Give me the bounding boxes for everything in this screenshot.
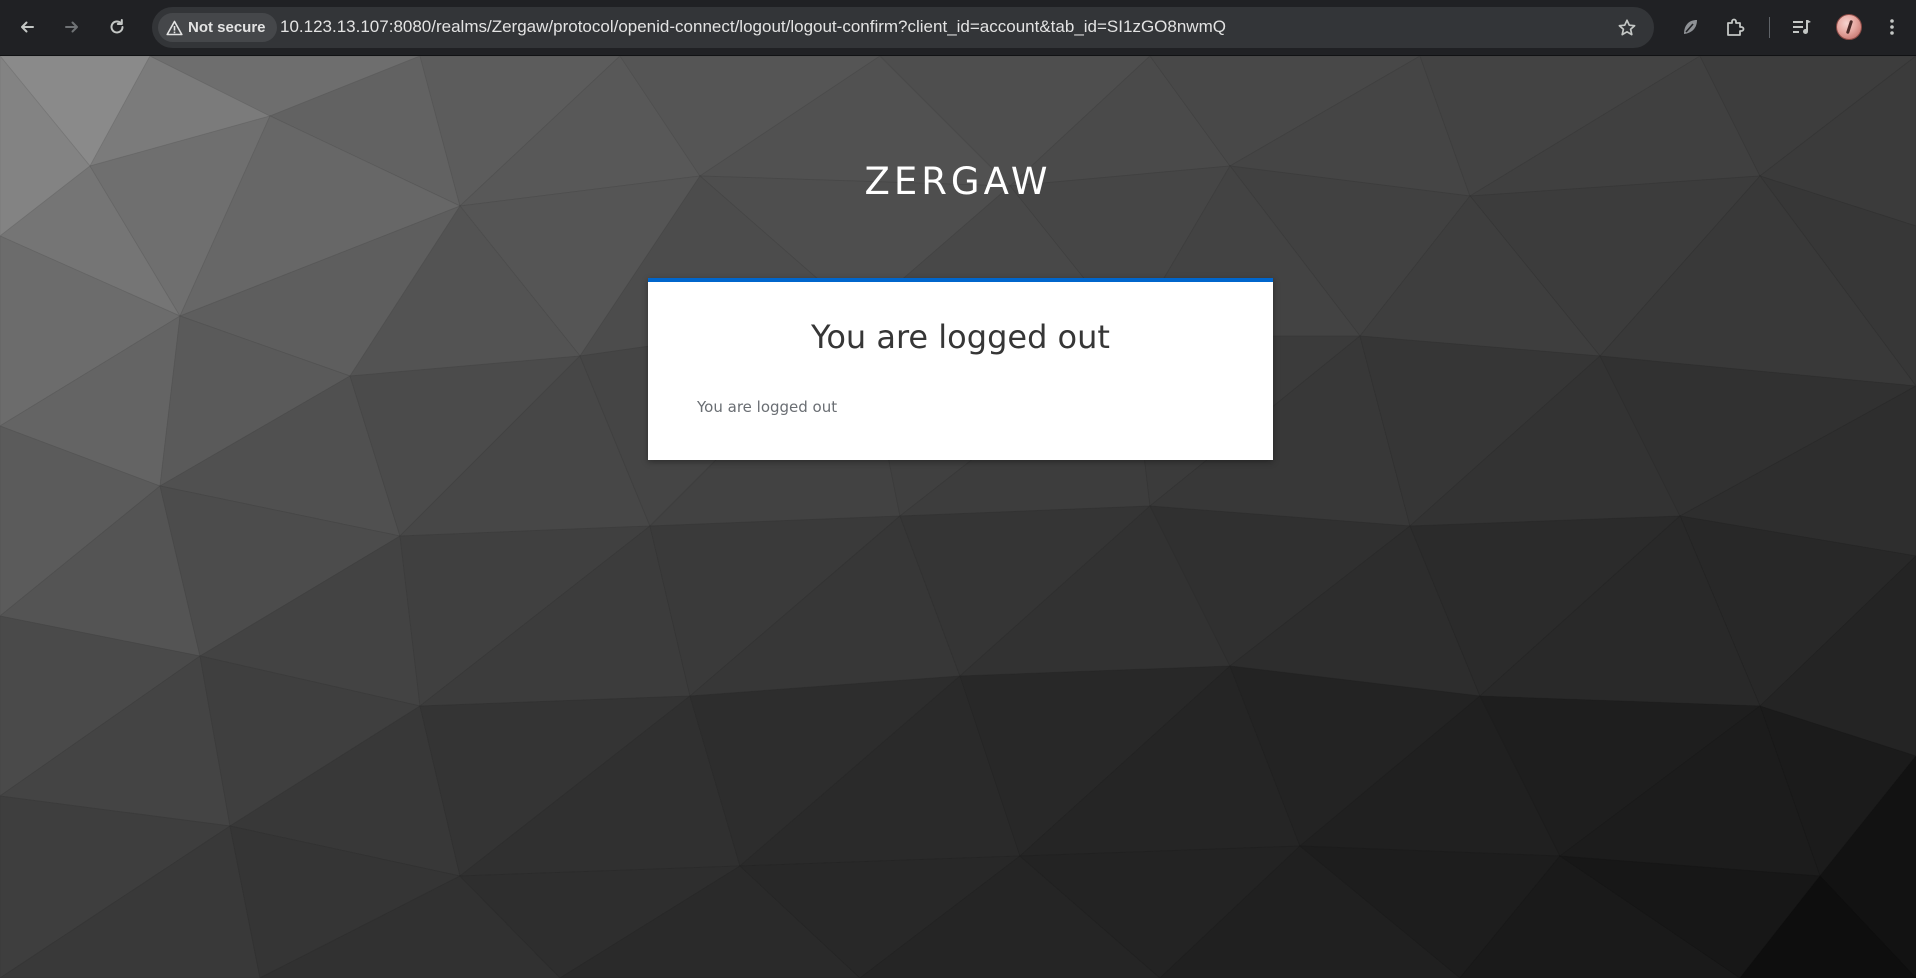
extension-button[interactable] [1673,10,1707,44]
logout-card: You are logged out You are logged out [648,278,1273,460]
page-viewport: ZERGAW You are logged out You are logged… [0,56,1916,978]
toolbar-divider [1769,17,1770,38]
star-icon [1618,19,1636,36]
logout-message: You are logged out [697,398,838,416]
extensions-menu-button[interactable] [1718,10,1752,44]
kebab-menu-icon [1890,19,1894,35]
back-button[interactable] [10,10,44,44]
forward-button[interactable] [55,10,89,44]
reload-button[interactable] [100,10,134,44]
warning-triangle-icon [166,20,183,35]
media-controls-button[interactable] [1785,10,1819,44]
bookmark-button[interactable] [1610,11,1644,45]
profile-avatar[interactable] [1836,14,1862,40]
puzzle-piece-icon [1727,18,1745,36]
forward-arrow-icon [65,21,78,33]
reload-icon [110,19,124,34]
back-arrow-icon [21,21,34,33]
security-label: Not secure [188,19,266,36]
extension-leaf-icon [1684,20,1697,34]
page-title: You are logged out [811,318,1110,356]
security-indicator[interactable]: Not secure [158,13,277,42]
address-bar[interactable]: Not secure 10.123.13.107:8080/realms/Zer… [152,7,1654,48]
url-text[interactable]: 10.123.13.107:8080/realms/Zergaw/protoco… [280,17,1226,37]
media-queue-icon [1793,20,1811,34]
realm-name: ZERGAW [864,160,1052,203]
browser-menu-button[interactable] [1875,10,1909,44]
browser-toolbar: Not secure 10.123.13.107:8080/realms/Zer… [0,0,1916,56]
